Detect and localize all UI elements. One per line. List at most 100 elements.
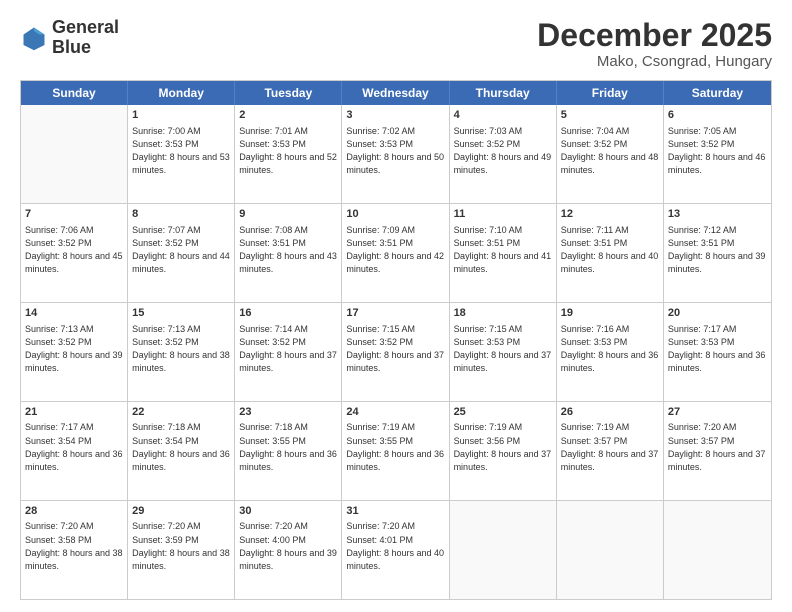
calendar-cell: 3Sunrise: 7:02 AM Sunset: 3:53 PM Daylig…	[342, 105, 449, 203]
calendar-cell: 27Sunrise: 7:20 AM Sunset: 3:57 PM Dayli…	[664, 402, 771, 500]
sun-info: Sunrise: 7:09 AM Sunset: 3:51 PM Dayligh…	[346, 224, 444, 276]
day-number: 12	[561, 207, 659, 222]
calendar-cell: 24Sunrise: 7:19 AM Sunset: 3:55 PM Dayli…	[342, 402, 449, 500]
calendar-cell: 28Sunrise: 7:20 AM Sunset: 3:58 PM Dayli…	[21, 501, 128, 599]
day-number: 17	[346, 306, 444, 321]
day-number: 18	[454, 306, 552, 321]
sun-info: Sunrise: 7:14 AM Sunset: 3:52 PM Dayligh…	[239, 323, 337, 375]
day-number: 25	[454, 405, 552, 420]
calendar-body: 1Sunrise: 7:00 AM Sunset: 3:53 PM Daylig…	[21, 105, 771, 599]
day-number: 21	[25, 405, 123, 420]
sun-info: Sunrise: 7:20 AM Sunset: 3:59 PM Dayligh…	[132, 520, 230, 572]
calendar-cell: 13 Sunrise: 7:12 AM Sunset: 3:51 PM Dayli…	[664, 204, 771, 302]
sun-info: Sunrise: 7:20 AM Sunset: 4:00 PM Dayligh…	[239, 520, 337, 572]
day-number: 6	[668, 108, 767, 123]
sun-info: Sunrise: 7:13 AM Sunset: 3:52 PM Dayligh…	[25, 323, 123, 375]
day-number: 19	[561, 306, 659, 321]
calendar-cell: 30Sunrise: 7:20 AM Sunset: 4:00 PM Dayli…	[235, 501, 342, 599]
sun-info: Sunrise: 7:18 AM Sunset: 3:55 PM Dayligh…	[239, 421, 337, 473]
calendar-week: 7 Sunrise: 7:06 AM Sunset: 3:52 PM Daylig…	[21, 204, 771, 303]
sun-info: Sunrise: 7:18 AM Sunset: 3:54 PM Dayligh…	[132, 421, 230, 473]
day-number: 4	[454, 108, 552, 123]
calendar-cell: 18 Sunrise: 7:15 AM Sunset: 3:53 PM Dayli…	[450, 303, 557, 401]
calendar-cell: 9Sunrise: 7:08 AM Sunset: 3:51 PM Daylig…	[235, 204, 342, 302]
calendar-week: 1Sunrise: 7:00 AM Sunset: 3:53 PM Daylig…	[21, 105, 771, 204]
calendar-cell	[557, 501, 664, 599]
day-number: 1	[132, 108, 230, 123]
calendar-header: SundayMondayTuesdayWednesdayThursdayFrid…	[21, 81, 771, 105]
calendar-week: 14Sunrise: 7:13 AM Sunset: 3:52 PM Dayli…	[21, 303, 771, 402]
header-day: Saturday	[664, 81, 771, 105]
day-number: 5	[561, 108, 659, 123]
calendar-cell: 10Sunrise: 7:09 AM Sunset: 3:51 PM Dayli…	[342, 204, 449, 302]
day-number: 23	[239, 405, 337, 420]
sun-info: Sunrise: 7:11 AM Sunset: 3:51 PM Dayligh…	[561, 224, 659, 276]
title-block: December 2025 Mako, Csongrad, Hungary	[537, 18, 772, 70]
day-number: 9	[239, 207, 337, 222]
calendar-cell: 19 Sunrise: 7:16 AM Sunset: 3:53 PM Dayli…	[557, 303, 664, 401]
logo-text: General Blue	[52, 18, 119, 58]
calendar-cell: 23Sunrise: 7:18 AM Sunset: 3:55 PM Dayli…	[235, 402, 342, 500]
day-number: 24	[346, 405, 444, 420]
day-number: 2	[239, 108, 337, 123]
calendar-cell: 5 Sunrise: 7:04 AM Sunset: 3:52 PM Daylig…	[557, 105, 664, 203]
sun-info: Sunrise: 7:15 AM Sunset: 3:52 PM Dayligh…	[346, 323, 444, 375]
sun-info: Sunrise: 7:15 AM Sunset: 3:53 PM Dayligh…	[454, 323, 552, 375]
sun-info: Sunrise: 7:03 AM Sunset: 3:52 PM Dayligh…	[454, 125, 552, 177]
day-number: 11	[454, 207, 552, 222]
calendar-cell: 12 Sunrise: 7:11 AM Sunset: 3:51 PM Dayli…	[557, 204, 664, 302]
day-number: 7	[25, 207, 123, 222]
sun-info: Sunrise: 7:19 AM Sunset: 3:55 PM Dayligh…	[346, 421, 444, 473]
calendar-cell: 31Sunrise: 7:20 AM Sunset: 4:01 PM Dayli…	[342, 501, 449, 599]
logo-line2: Blue	[52, 38, 119, 58]
sun-info: Sunrise: 7:20 AM Sunset: 4:01 PM Dayligh…	[346, 520, 444, 572]
day-number: 28	[25, 504, 123, 519]
calendar-cell: 8 Sunrise: 7:07 AM Sunset: 3:52 PM Daylig…	[128, 204, 235, 302]
calendar: SundayMondayTuesdayWednesdayThursdayFrid…	[20, 80, 772, 600]
logo-icon	[20, 24, 48, 52]
sun-info: Sunrise: 7:16 AM Sunset: 3:53 PM Dayligh…	[561, 323, 659, 375]
day-number: 27	[668, 405, 767, 420]
calendar-cell: 25Sunrise: 7:19 AM Sunset: 3:56 PM Dayli…	[450, 402, 557, 500]
header-day: Sunday	[21, 81, 128, 105]
day-number: 8	[132, 207, 230, 222]
day-number: 30	[239, 504, 337, 519]
sun-info: Sunrise: 7:19 AM Sunset: 3:57 PM Dayligh…	[561, 421, 659, 473]
sun-info: Sunrise: 7:12 AM Sunset: 3:51 PM Dayligh…	[668, 224, 767, 276]
calendar-cell: 22Sunrise: 7:18 AM Sunset: 3:54 PM Dayli…	[128, 402, 235, 500]
day-number: 20	[668, 306, 767, 321]
calendar-cell: 20Sunrise: 7:17 AM Sunset: 3:53 PM Dayli…	[664, 303, 771, 401]
day-number: 22	[132, 405, 230, 420]
calendar-cell: 17 Sunrise: 7:15 AM Sunset: 3:52 PM Dayli…	[342, 303, 449, 401]
calendar-cell: 4 Sunrise: 7:03 AM Sunset: 3:52 PM Daylig…	[450, 105, 557, 203]
day-number: 13	[668, 207, 767, 222]
calendar-cell: 1Sunrise: 7:00 AM Sunset: 3:53 PM Daylig…	[128, 105, 235, 203]
sun-info: Sunrise: 7:02 AM Sunset: 3:53 PM Dayligh…	[346, 125, 444, 177]
sun-info: Sunrise: 7:04 AM Sunset: 3:52 PM Dayligh…	[561, 125, 659, 177]
calendar-week: 28Sunrise: 7:20 AM Sunset: 3:58 PM Dayli…	[21, 501, 771, 599]
sun-info: Sunrise: 7:06 AM Sunset: 3:52 PM Dayligh…	[25, 224, 123, 276]
logo-line1: General	[52, 18, 119, 38]
calendar-cell: 6Sunrise: 7:05 AM Sunset: 3:52 PM Daylig…	[664, 105, 771, 203]
header-day: Wednesday	[342, 81, 449, 105]
sun-info: Sunrise: 7:07 AM Sunset: 3:52 PM Dayligh…	[132, 224, 230, 276]
logo: General Blue	[20, 18, 119, 58]
calendar-cell: 15Sunrise: 7:13 AM Sunset: 3:52 PM Dayli…	[128, 303, 235, 401]
header-day: Thursday	[450, 81, 557, 105]
calendar-cell: 14Sunrise: 7:13 AM Sunset: 3:52 PM Dayli…	[21, 303, 128, 401]
day-number: 16	[239, 306, 337, 321]
day-number: 26	[561, 405, 659, 420]
calendar-cell: 29Sunrise: 7:20 AM Sunset: 3:59 PM Dayli…	[128, 501, 235, 599]
day-number: 31	[346, 504, 444, 519]
calendar-cell: 7 Sunrise: 7:06 AM Sunset: 3:52 PM Daylig…	[21, 204, 128, 302]
calendar-cell: 2Sunrise: 7:01 AM Sunset: 3:53 PM Daylig…	[235, 105, 342, 203]
header-day: Tuesday	[235, 81, 342, 105]
sun-info: Sunrise: 7:20 AM Sunset: 3:57 PM Dayligh…	[668, 421, 767, 473]
sun-info: Sunrise: 7:19 AM Sunset: 3:56 PM Dayligh…	[454, 421, 552, 473]
page: General Blue December 2025 Mako, Csongra…	[0, 0, 792, 612]
header-day: Friday	[557, 81, 664, 105]
calendar-cell: 16 Sunrise: 7:14 AM Sunset: 3:52 PM Dayli…	[235, 303, 342, 401]
day-number: 15	[132, 306, 230, 321]
sun-info: Sunrise: 7:20 AM Sunset: 3:58 PM Dayligh…	[25, 520, 123, 572]
calendar-week: 21Sunrise: 7:17 AM Sunset: 3:54 PM Dayli…	[21, 402, 771, 501]
